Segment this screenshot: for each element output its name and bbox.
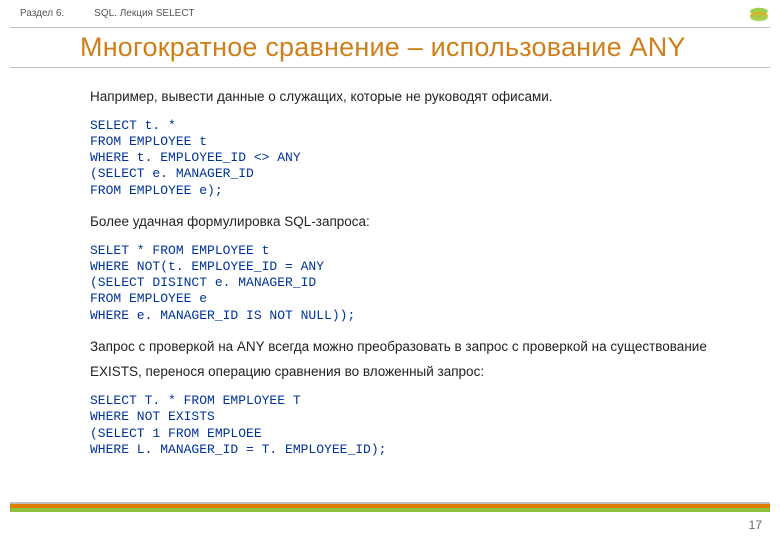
footer-stripe [10,502,770,512]
code-block-2: SELET * FROM EMPLOYEE t WHERE NOT(t. EMP… [90,243,740,324]
code-block-3: SELECT T. * FROM EMPLOYEE T WHERE NOT EX… [90,393,740,458]
content: Например, вывести данные о служащих, кот… [0,68,780,458]
page-title: Многократное сравнение – использование A… [80,32,770,63]
code-block-1: SELECT t. * FROM EMPLOYEE t WHERE t. EMP… [90,118,740,199]
lecture-label: SQL. Лекция SELECT [94,8,194,19]
title-row: Многократное сравнение – использование A… [10,27,770,68]
logo-icon [748,6,770,22]
intro-paragraph: Например, вывести данные о служащих, кот… [90,84,740,110]
page-number: 17 [749,518,762,532]
header-bar: Раздел 6. SQL. Лекция SELECT [0,0,780,23]
paragraph-3: Запрос с проверкой на ANY всегда можно п… [90,334,740,385]
section-label: Раздел 6. [20,8,64,19]
paragraph-2: Более удачная формулировка SQL-запроса: [90,209,740,235]
